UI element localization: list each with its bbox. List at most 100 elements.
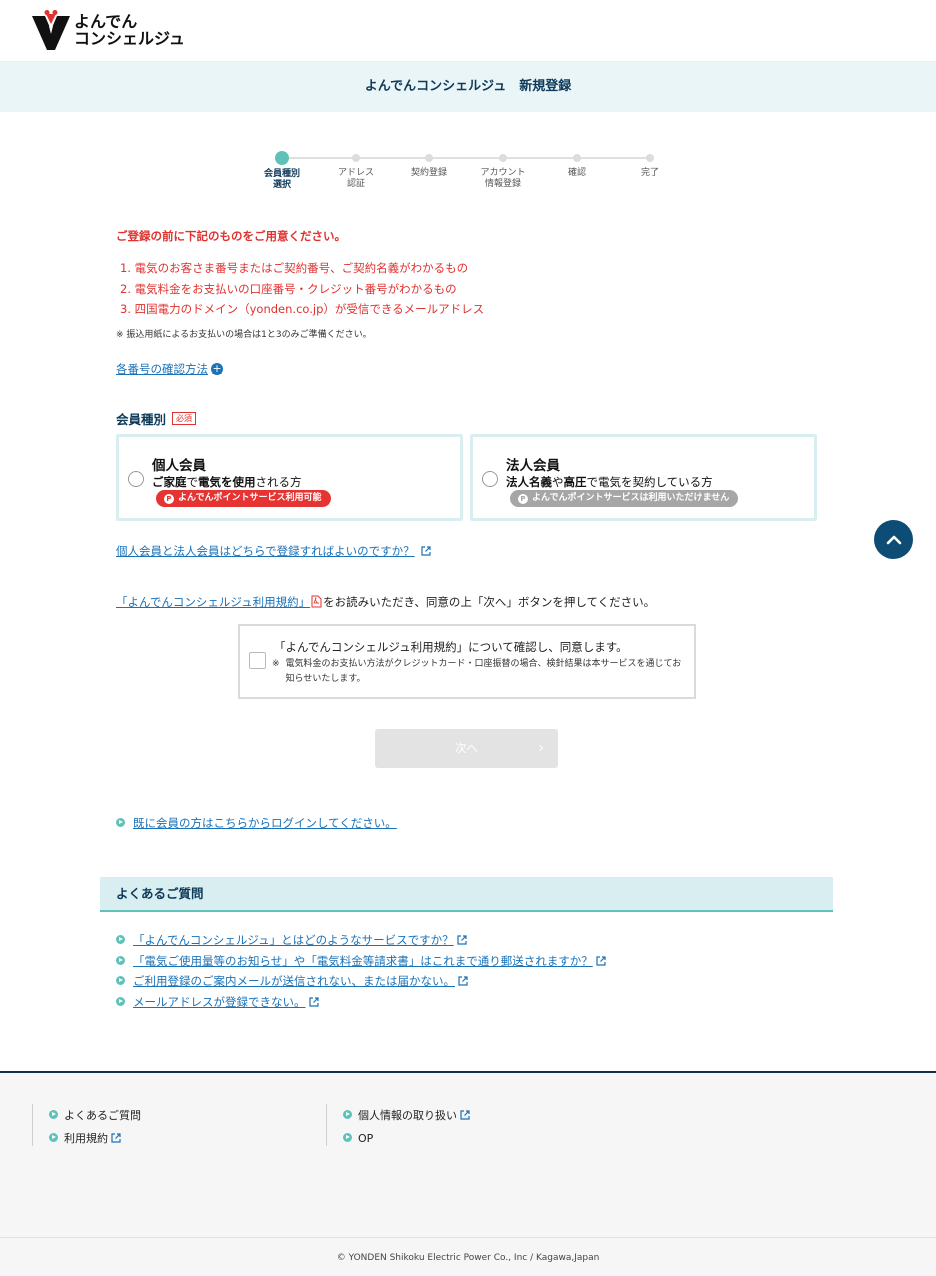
next-button-label: 次へ	[455, 741, 478, 755]
logo-line-2: コンシェルジュ	[74, 29, 185, 48]
external-link-icon	[457, 935, 467, 945]
option-title: 個人会員	[152, 458, 206, 474]
faq-link[interactable]: 「電気ご使用量等のお知らせ」や「電気料金等請求書」はこれまで通り郵送されますか？	[133, 954, 593, 968]
step-confirm: 確認	[545, 150, 609, 179]
faq-list: 「よんでんコンシェルジュ」とはどのようなサービスですか？ 「電気ご使用量等のお知…	[116, 930, 606, 1012]
chevron-right-icon: ›	[538, 740, 544, 756]
list-item: ご利用登録のご案内メールが送信されない、または届かない。	[116, 971, 606, 992]
list-item: 3. 四国電力のドメイン（yonden.co.jp）が受信できるメールアドレス	[120, 302, 485, 316]
arrow-bullet-icon	[116, 955, 125, 965]
login-link-row: 既に会員の方はこちらからログインしてください。	[116, 815, 397, 831]
option-description: ご家庭で電気を使用される方	[152, 475, 302, 489]
corporate-radio[interactable]	[482, 471, 498, 487]
step-dot	[499, 154, 507, 162]
footer-op-link[interactable]: OP	[358, 1132, 373, 1145]
list-item: メールアドレスが登録できない。	[116, 992, 606, 1013]
external-link-icon	[421, 546, 431, 556]
arrow-bullet-icon	[49, 1133, 58, 1142]
member-type-label: 会員種別 必須	[116, 409, 197, 428]
list-item: よくあるご質問	[49, 1104, 141, 1127]
step-dot	[275, 151, 289, 165]
external-link-icon	[460, 1110, 470, 1120]
faq-link[interactable]: ご利用登録のご案内メールが送信されない、または届かない。	[133, 974, 455, 988]
scroll-to-top-button[interactable]	[874, 520, 913, 559]
step-address-auth: アドレス 認証	[324, 150, 388, 190]
site-header: よんでん コンシェルジュ	[0, 0, 936, 62]
arrow-bullet-icon	[116, 818, 125, 827]
corporate-member-option[interactable]: 法人会員 法人名義や高圧で電気を契約している方 P よんでんポイントサービスは利…	[470, 434, 817, 521]
point-icon: P	[518, 493, 528, 504]
step-label: 確認	[567, 168, 586, 178]
preparation-title: ご登録の前に下記のものをご用意ください。	[116, 229, 346, 243]
number-confirm-link[interactable]: 各番号の確認方法 +	[116, 361, 223, 377]
footer-column-1: よくあるご質問 利用規約	[32, 1104, 141, 1146]
individual-radio[interactable]	[128, 471, 144, 487]
agree-label: 「よんでんコンシェルジュ利用規約」について確認し、同意します。	[274, 640, 628, 654]
number-confirm-label: 各番号の確認方法	[116, 362, 208, 376]
required-badge: 必須	[172, 412, 197, 425]
login-link[interactable]: 既に会員の方はこちらからログインしてください。	[133, 816, 397, 830]
preparation-list: 1. 電気のお客さま番号またはご契約番号、ご契約名義がわかるもの 2. 電気料金…	[120, 258, 484, 320]
registration-stepper: 会員種別 選択 アドレス 認証 契約登録 アカウント 情報登録 確認 完了	[250, 150, 680, 200]
step-label: 完了	[640, 168, 659, 178]
terms-instruction: 「よんでんコンシェルジュ利用規約」 をお読みいただき、同意の上「次へ」ボタンを押し…	[116, 594, 655, 610]
step-member-type: 会員種別 選択	[250, 150, 314, 191]
step-label: アドレス 認証	[337, 168, 374, 189]
list-item: 2. 電気料金をお支払いの口座番号・クレジット番号がわかるもの	[120, 281, 457, 296]
list-item: 個人情報の取り扱い	[343, 1104, 470, 1127]
list-item: 「電気ご使用量等のお知らせ」や「電気料金等請求書」はこれまで通り郵送されますか？	[116, 951, 606, 972]
arrow-bullet-icon	[343, 1110, 352, 1119]
external-link-icon	[308, 996, 319, 1007]
option-title: 法人会員	[506, 458, 560, 474]
external-link-icon	[111, 1133, 121, 1143]
yonden-concierge-logo[interactable]: よんでん コンシェルジュ	[32, 10, 185, 50]
terms-agree-box[interactable]: 「よんでんコンシェルジュ利用規約」について確認し、同意します。 ※ 電気料金のお…	[238, 624, 696, 699]
chevron-up-icon	[886, 535, 901, 544]
arrow-bullet-icon	[116, 935, 125, 944]
list-item: 1. 電気のお客さま番号またはご契約番号、ご契約名義がわかるもの	[120, 261, 469, 275]
step-contract: 契約登録	[397, 150, 461, 179]
footer-privacy-link[interactable]: 個人情報の取り扱い	[358, 1109, 457, 1122]
which-member-type-link[interactable]: 個人会員と法人会員はどちらで登録すればよいのですか？	[116, 544, 415, 558]
site-footer: よくあるご質問 利用規約 個人情報の取り扱い OP © YONDEN Shiko…	[0, 1071, 936, 1276]
badge-text: よんでんポイントサービス利用可能	[178, 493, 322, 503]
faq-link[interactable]: メールアドレスが登録できない。	[133, 995, 306, 1009]
terms-instruction-text: をお読みいただき、同意の上「次へ」ボタンを押してください。	[323, 595, 656, 609]
terms-link[interactable]: 「よんでんコンシェルジュ利用規約」	[116, 595, 310, 609]
step-dot	[573, 154, 581, 162]
individual-member-option[interactable]: 個人会員 ご家庭で電気を使用される方 P よんでんポイントサービス利用可能	[116, 434, 463, 521]
footer-column-2: 個人情報の取り扱い OP	[326, 1104, 470, 1146]
member-type-heading: 会員種別	[116, 412, 167, 427]
step-dot	[646, 154, 654, 162]
note-text: 電気料金のお支払い方法がクレジットカード・口座振替の場合、検針結果は本サービスを…	[285, 659, 682, 684]
logo-wordmark: よんでん コンシェルジュ	[74, 13, 185, 47]
external-link-icon	[458, 976, 468, 986]
faq-heading: よくあるご質問	[100, 877, 833, 912]
footer-faq-link[interactable]: よくあるご質問	[64, 1109, 141, 1122]
arrow-bullet-icon	[116, 976, 125, 985]
option-description: 法人名義や高圧で電気を契約している方	[506, 475, 713, 489]
plus-circle-icon: +	[211, 362, 223, 375]
step-label: 契約登録	[410, 168, 447, 178]
note-mark: ※	[272, 659, 280, 669]
agree-note: ※ 電気料金のお支払い方法がクレジットカード・口座振替の場合、検針結果は本サービ…	[272, 657, 682, 687]
which-member-type-help: 個人会員と法人会員はどちらで登録すればよいのですか？	[116, 543, 431, 559]
badge-text: よんでんポイントサービスは利用いただけません	[532, 493, 730, 503]
list-item: 「よんでんコンシェルジュ」とはどのようなサービスですか？	[116, 930, 606, 951]
copyright: © YONDEN Shikoku Electric Power Co., Inc…	[0, 1237, 936, 1276]
point-service-available-badge: P よんでんポイントサービス利用可能	[156, 490, 331, 507]
arrow-bullet-icon	[343, 1133, 352, 1142]
step-complete: 完了	[618, 150, 682, 179]
logo-mark-icon	[32, 10, 70, 50]
step-label: 会員種別 選択	[263, 169, 300, 190]
arrow-bullet-icon	[49, 1110, 58, 1119]
next-button[interactable]: 次へ ›	[375, 729, 558, 768]
footer-terms-link[interactable]: 利用規約	[64, 1132, 108, 1145]
arrow-bullet-icon	[116, 996, 125, 1006]
page-title: よんでんコンシェルジュ 新規登録	[0, 62, 936, 112]
agree-checkbox[interactable]	[249, 652, 266, 669]
step-dot	[352, 154, 360, 162]
point-icon: P	[164, 493, 174, 504]
logo-line-1: よんでん	[74, 12, 138, 31]
faq-link[interactable]: 「よんでんコンシェルジュ」とはどのようなサービスですか？	[133, 933, 454, 947]
